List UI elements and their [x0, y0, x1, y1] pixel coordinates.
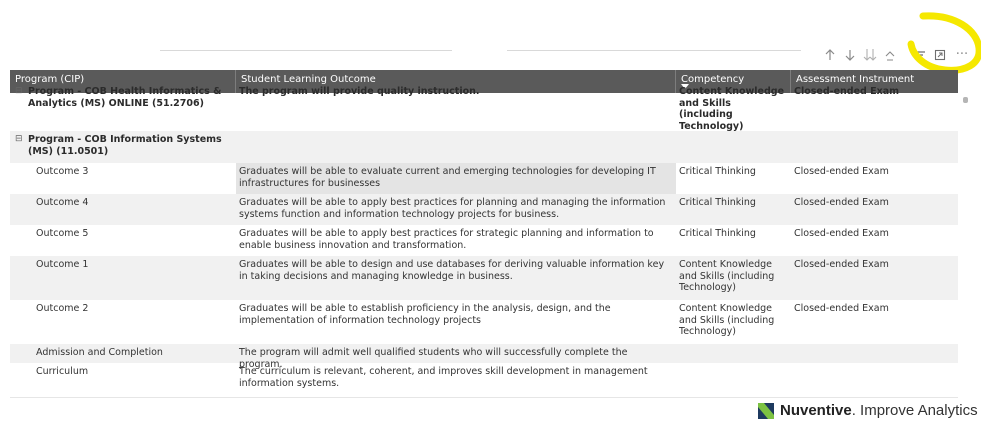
group-program-name: Program - COB Health Informatics & Analy… [28, 86, 222, 109]
table-row[interactable]: Outcome 4 Graduates will be able to appl… [10, 194, 958, 225]
row-instrument: Closed-ended Exam [794, 259, 889, 270]
row-program: Outcome 2 [36, 303, 89, 314]
row-competency: Critical Thinking [679, 228, 756, 239]
row-outcome: Graduates will be able to evaluate curre… [239, 166, 656, 189]
row-competency: Critical Thinking [679, 166, 756, 177]
table-row[interactable]: Outcome 5 Graduates will be able to appl… [10, 225, 958, 256]
more-options-icon[interactable]: ··· [954, 47, 970, 63]
brand-bold: Nuventive [780, 402, 852, 419]
row-instrument: Closed-ended Exam [794, 303, 889, 314]
row-program: Outcome 4 [36, 197, 89, 208]
group-program-name: Program - COB Information Systems (MS) (… [28, 134, 222, 157]
group-instrument: Closed-ended Exam [794, 86, 900, 97]
footer-branding: Nuventive. Improve Analytics [756, 403, 980, 419]
row-outcome: The curriculum is relevant, coherent, an… [239, 366, 648, 389]
collapse-icon[interactable]: ⊟ [15, 134, 23, 146]
group-outcome: The program will provide quality instruc… [239, 86, 480, 97]
group-competency: Content Knowledge and Skills (including … [679, 86, 785, 132]
brand-name: Nuventive. Improve Analytics [780, 403, 978, 419]
row-outcome: Graduates will be able to design and use… [239, 259, 665, 282]
row-competency: Content Knowledge and Skills (including … [679, 303, 775, 337]
table-row[interactable]: Outcome 2 Graduates will be able to esta… [10, 300, 958, 344]
row-outcome: Graduates will be able to apply best pra… [239, 228, 654, 251]
nuventive-logo-icon [758, 403, 774, 419]
filter-icon[interactable] [912, 47, 928, 63]
table-row[interactable]: Curriculum The curriculum is relevant, c… [10, 363, 958, 397]
table-row[interactable]: Admission and Completion The program wil… [10, 344, 958, 370]
visual-header-toolbar: ··· [818, 44, 978, 68]
brand-rest: . Improve Analytics [851, 402, 978, 419]
vertical-scrollbar[interactable] [963, 97, 968, 103]
row-program: Outcome 3 [36, 166, 89, 177]
group-row[interactable]: ⊟ Program - COB Information Systems (MS)… [10, 131, 958, 163]
group-row-partial[interactable]: ⊟ Program - COB Health Informatics & Ana… [10, 83, 958, 132]
row-outcome: Graduates will be able to establish prof… [239, 303, 611, 326]
sort-descending-icon[interactable] [842, 47, 858, 63]
row-program: Outcome 1 [36, 259, 89, 270]
row-instrument: Closed-ended Exam [794, 166, 889, 177]
divider-right [507, 50, 801, 51]
table-row[interactable]: Outcome 3 Graduates will be able to eval… [10, 163, 958, 194]
row-competency: Content Knowledge and Skills (including … [679, 259, 775, 293]
table-row[interactable]: Outcome 1 Graduates will be able to desi… [10, 256, 958, 300]
divider-left [160, 50, 452, 51]
expand-hierarchy-icon[interactable] [882, 47, 898, 63]
row-instrument: Closed-ended Exam [794, 228, 889, 239]
sort-ascending-icon[interactable] [822, 47, 838, 63]
focus-mode-icon[interactable] [932, 47, 948, 63]
row-outcome: Graduates will be able to apply best pra… [239, 197, 666, 220]
row-program: Admission and Completion [36, 347, 163, 358]
drill-down-icon[interactable] [862, 47, 878, 63]
row-instrument: Closed-ended Exam [794, 197, 889, 208]
row-program: Outcome 5 [36, 228, 89, 239]
row-program: Curriculum [36, 366, 89, 377]
table-visual: Program (CIP) Student Learning Outcome C… [10, 70, 958, 398]
row-competency: Critical Thinking [679, 197, 756, 208]
collapse-icon[interactable]: ⊟ [15, 86, 23, 98]
